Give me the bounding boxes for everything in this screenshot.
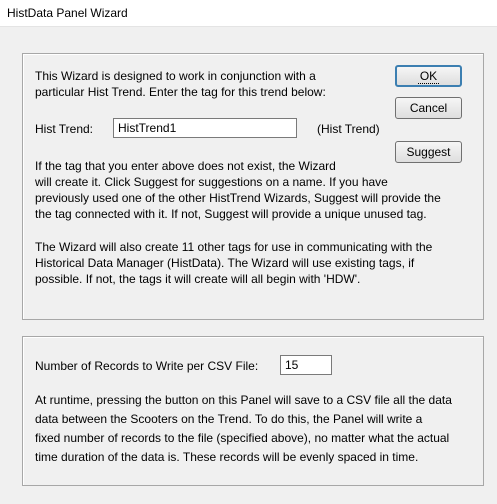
- hist-trend-input[interactable]: HistTrend1: [113, 118, 297, 138]
- intro-text-line2: particular Hist Trend. Enter the tag for…: [35, 85, 326, 99]
- hist-trend-type-label: (Hist Trend): [317, 122, 380, 136]
- records-input[interactable]: 15: [280, 355, 332, 375]
- tags-description: The Wizard will also create 11 other tag…: [35, 240, 433, 286]
- window-title: HistData Panel Wizard: [7, 6, 128, 20]
- suggest-description: If the tag that you enter above does not…: [35, 159, 441, 221]
- runtime-description: At runtime, pressing the button on this …: [35, 393, 452, 464]
- ok-button-label: OK: [417, 69, 440, 84]
- title-bar[interactable]: HistData Panel Wizard: [0, 0, 497, 27]
- hist-trend-label: Hist Trend:: [35, 122, 94, 136]
- records-label: Number of Records to Write per CSV File:: [35, 359, 259, 373]
- wizard-window: HistData Panel Wizard This Wizard is des…: [0, 0, 497, 504]
- intro-text-line1: This Wizard is designed to work in conju…: [35, 69, 316, 83]
- cancel-button[interactable]: Cancel: [395, 97, 462, 119]
- ok-button[interactable]: OK: [395, 65, 462, 87]
